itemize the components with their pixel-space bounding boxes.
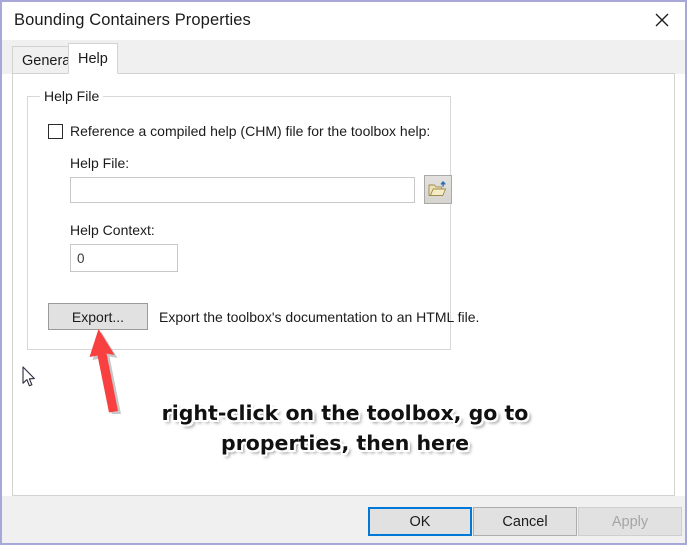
tab-general-label: General <box>22 52 74 69</box>
reference-chm-checkbox[interactable] <box>48 123 63 139</box>
browse-help-file-button[interactable] <box>424 175 452 204</box>
properties-dialog: Bounding Containers Properties General H… <box>0 0 687 545</box>
close-button[interactable] <box>639 2 685 38</box>
export-description: Export the toolbox's documentation to an… <box>159 309 480 325</box>
groupbox-title: Help File <box>40 88 104 104</box>
window-title: Bounding Containers Properties <box>14 11 251 29</box>
help-context-label: Help Context: <box>70 222 155 238</box>
tab-content-help: Help File Reference a compiled help (CHM… <box>12 73 675 496</box>
open-folder-icon <box>428 180 448 199</box>
reference-chm-checkbox-row[interactable]: Reference a compiled help (CHM) file for… <box>48 123 430 139</box>
apply-button: Apply <box>578 507 682 536</box>
title-bar: Bounding Containers Properties <box>2 2 685 40</box>
close-icon <box>654 12 670 28</box>
export-button[interactable]: Export... <box>48 303 148 330</box>
tab-help-label: Help <box>78 50 108 67</box>
ok-button[interactable]: OK <box>368 507 472 536</box>
dialog-footer: OK Cancel Apply <box>2 496 685 543</box>
help-context-input[interactable] <box>70 244 178 272</box>
reference-chm-label: Reference a compiled help (CHM) file for… <box>70 123 431 139</box>
help-file-input[interactable] <box>70 177 415 203</box>
help-file-label: Help File: <box>70 155 130 171</box>
help-file-groupbox: Help File Reference a compiled help (CHM… <box>27 88 479 350</box>
tab-strip: General Help <box>2 40 685 74</box>
cancel-button[interactable]: Cancel <box>473 507 577 536</box>
tab-help[interactable]: Help <box>68 43 118 74</box>
